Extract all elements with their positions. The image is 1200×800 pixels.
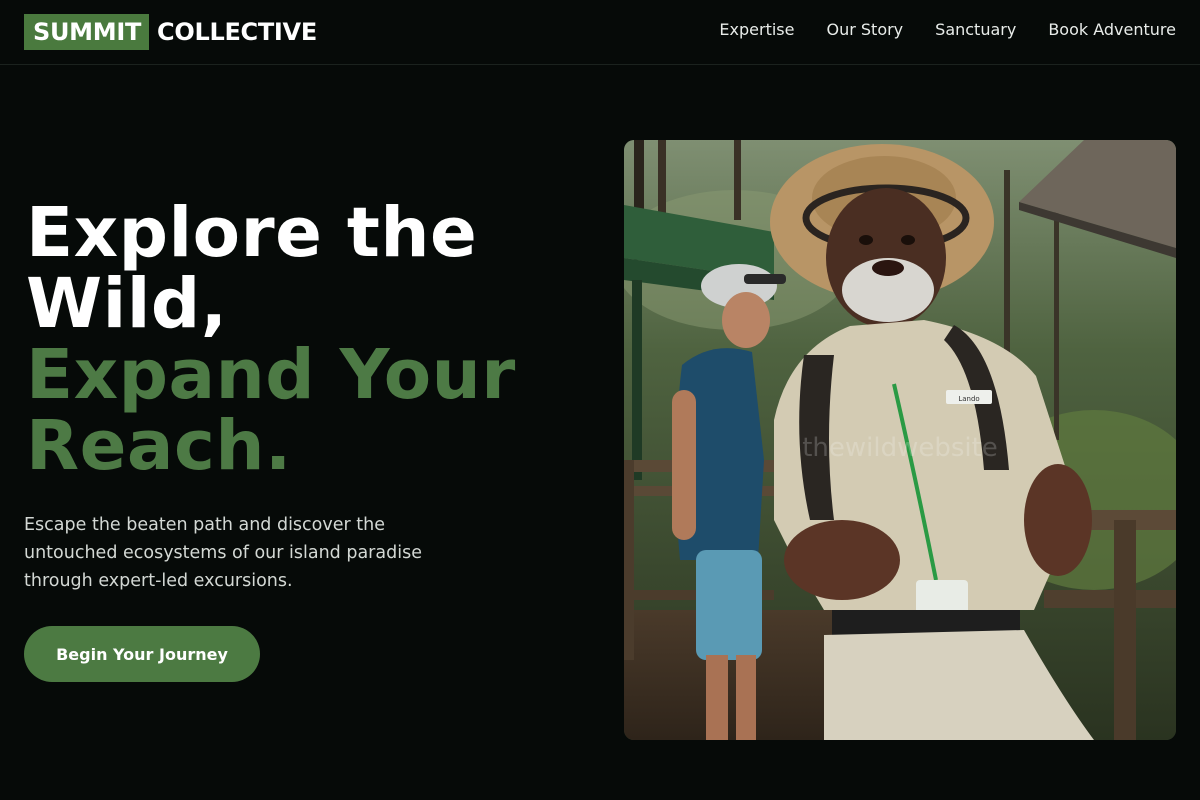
railing-post — [624, 460, 634, 660]
guide-eye — [859, 235, 873, 245]
nav-link-our-story[interactable]: Our Story — [826, 20, 903, 39]
guide-hand-right — [1024, 464, 1092, 576]
teen-shorts — [696, 550, 762, 660]
logo-box: SUMMIT — [24, 14, 150, 50]
nav-link-expertise[interactable]: Expertise — [719, 20, 794, 39]
hero-title-accent-1: Expand Your — [26, 335, 516, 415]
teen-arm — [672, 390, 696, 540]
nav-link-book-adventure[interactable]: Book Adventure — [1048, 20, 1176, 39]
guide-eye — [901, 235, 915, 245]
nav-link-sanctuary[interactable]: Sanctuary — [935, 20, 1016, 39]
railing-post — [1114, 520, 1136, 740]
logo-text: COLLECTIVE — [157, 18, 317, 46]
teen-leg — [706, 655, 728, 740]
teen-cap-brim — [744, 274, 786, 284]
photo-watermark: thewildwebsite — [802, 433, 998, 463]
teen-leg — [736, 655, 756, 740]
hero-title: Explore the Wild, Expand Your Reach. — [26, 198, 586, 482]
hero-photo: Lando thewildwebsite — [624, 140, 1176, 740]
guide-name-tag-text: Lando — [958, 395, 979, 403]
hero-title-line-1: Explore the — [26, 193, 478, 273]
top-navbar: SUMMIT COLLECTIVE Expertise Our Story Sa… — [0, 0, 1200, 65]
begin-journey-button[interactable]: Begin Your Journey — [24, 626, 260, 682]
railing — [1044, 590, 1176, 608]
hero-title-accent-2: Reach. — [26, 406, 292, 486]
site-logo[interactable]: SUMMIT COLLECTIVE — [24, 14, 317, 50]
guide-mouth — [872, 260, 904, 276]
main-nav: Expertise Our Story Sanctuary Book Adven… — [719, 20, 1176, 39]
teen-face — [722, 292, 770, 348]
hero-title-line-2: Wild, — [26, 264, 228, 344]
tree-trunk — [734, 140, 741, 220]
hero-subtitle: Escape the beaten path and discover the … — [24, 515, 422, 591]
guide-hand-left — [784, 520, 900, 600]
tree-trunk — [1054, 200, 1059, 440]
shelter-post — [632, 280, 642, 480]
